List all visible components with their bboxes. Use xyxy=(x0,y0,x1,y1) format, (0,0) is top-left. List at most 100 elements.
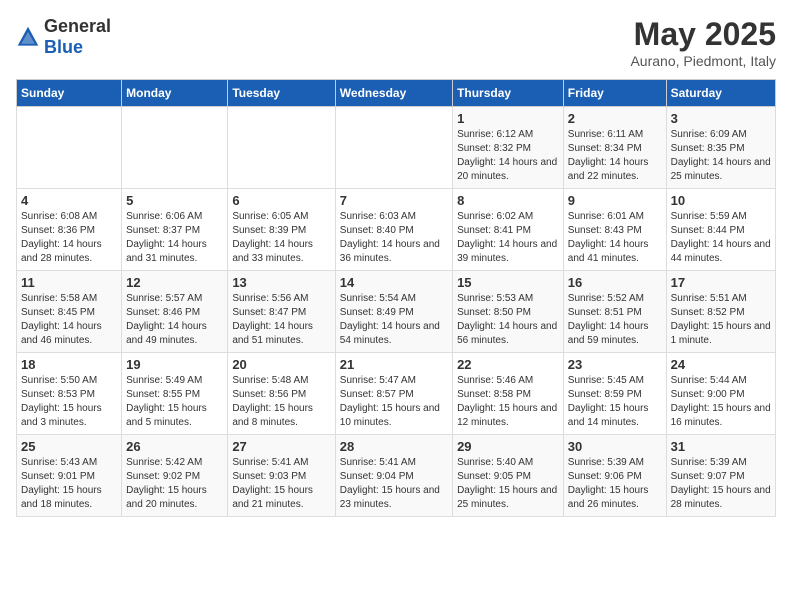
calendar-cell: 12Sunrise: 5:57 AM Sunset: 8:46 PM Dayli… xyxy=(122,271,228,353)
calendar-cell: 18 Sunrise: 5:50 AM Sunset: 8:53 PM Dayli… xyxy=(17,353,122,435)
calendar-cell xyxy=(228,107,335,189)
day-number: 1 xyxy=(457,111,559,126)
calendar-cell: 9 Sunrise: 6:01 AM Sunset: 8:43 PM Daylig… xyxy=(563,189,666,271)
calendar-cell xyxy=(122,107,228,189)
day-number: 28 xyxy=(340,439,448,454)
day-number: 14 xyxy=(340,275,448,290)
day-number: 24 xyxy=(671,357,771,372)
calendar-cell xyxy=(17,107,122,189)
calendar-cell: 7 Sunrise: 6:03 AM Sunset: 8:40 PM Daylig… xyxy=(335,189,452,271)
calendar-cell: 11Sunrise: 5:58 AM Sunset: 8:45 PM Dayli… xyxy=(17,271,122,353)
calendar-cell: 22 Sunrise: 5:46 AM Sunset: 8:58 PM Dayli… xyxy=(453,353,564,435)
week-row-1: 1 Sunrise: 6:12 AM Sunset: 8:32 PM Daylig… xyxy=(17,107,776,189)
weekday-header-tuesday: Tuesday xyxy=(228,80,335,107)
calendar-cell: 10Sunrise: 5:59 AM Sunset: 8:44 PM Dayli… xyxy=(666,189,775,271)
calendar-cell: 19 Sunrise: 5:49 AM Sunset: 8:55 PM Dayli… xyxy=(122,353,228,435)
subtitle: Aurano, Piedmont, Italy xyxy=(630,53,776,69)
day-number: 5 xyxy=(126,193,223,208)
day-info: Sunrise: 5:42 AM Sunset: 9:02 PM Dayligh… xyxy=(126,456,223,512)
day-number: 7 xyxy=(340,193,448,208)
logo-general: General xyxy=(44,16,111,36)
day-number: 19 xyxy=(126,357,223,372)
day-number: 8 xyxy=(457,193,559,208)
day-number: 18 xyxy=(21,357,117,372)
day-info: Sunrise: 5:58 AM Sunset: 8:45 PM Dayligh… xyxy=(21,292,117,348)
calendar-cell: 30 Sunrise: 5:39 AM Sunset: 9:06 PM Dayli… xyxy=(563,435,666,517)
title-block: May 2025 Aurano, Piedmont, Italy xyxy=(630,16,776,69)
weekday-header-thursday: Thursday xyxy=(453,80,564,107)
day-info: Sunrise: 6:06 AM Sunset: 8:37 PM Dayligh… xyxy=(126,210,223,266)
calendar-cell: 2Sunrise: 6:11 AM Sunset: 8:34 PM Daylig… xyxy=(563,107,666,189)
calendar-cell: 4 Sunrise: 6:08 AM Sunset: 8:36 PM Daylig… xyxy=(17,189,122,271)
day-info: Sunrise: 6:05 AM Sunset: 8:39 PM Dayligh… xyxy=(232,210,330,266)
day-info: Sunrise: 5:39 AM Sunset: 9:07 PM Dayligh… xyxy=(671,456,771,512)
logo-icon xyxy=(16,25,40,49)
day-info: Sunrise: 6:12 AM Sunset: 8:32 PM Dayligh… xyxy=(457,128,559,184)
day-number: 31 xyxy=(671,439,771,454)
calendar-cell: 1 Sunrise: 6:12 AM Sunset: 8:32 PM Daylig… xyxy=(453,107,564,189)
week-row-3: 11Sunrise: 5:58 AM Sunset: 8:45 PM Dayli… xyxy=(17,271,776,353)
weekday-header-saturday: Saturday xyxy=(666,80,775,107)
day-info: Sunrise: 5:53 AM Sunset: 8:50 PM Dayligh… xyxy=(457,292,559,348)
day-info: Sunrise: 6:01 AM Sunset: 8:43 PM Dayligh… xyxy=(568,210,662,266)
calendar-cell: 28 Sunrise: 5:41 AM Sunset: 9:04 PM Dayli… xyxy=(335,435,452,517)
week-row-5: 25 Sunrise: 5:43 AM Sunset: 9:01 PM Dayli… xyxy=(17,435,776,517)
calendar-table: SundayMondayTuesdayWednesdayThursdayFrid… xyxy=(16,79,776,517)
day-info: Sunrise: 5:46 AM Sunset: 8:58 PM Dayligh… xyxy=(457,374,559,430)
day-number: 29 xyxy=(457,439,559,454)
day-info: Sunrise: 6:09 AM Sunset: 8:35 PM Dayligh… xyxy=(671,128,771,184)
day-number: 22 xyxy=(457,357,559,372)
day-info: Sunrise: 5:51 AM Sunset: 8:52 PM Dayligh… xyxy=(671,292,771,348)
day-info: Sunrise: 5:56 AM Sunset: 8:47 PM Dayligh… xyxy=(232,292,330,348)
day-number: 30 xyxy=(568,439,662,454)
day-number: 17 xyxy=(671,275,771,290)
day-number: 27 xyxy=(232,439,330,454)
weekday-header-monday: Monday xyxy=(122,80,228,107)
day-info: Sunrise: 5:43 AM Sunset: 9:01 PM Dayligh… xyxy=(21,456,117,512)
day-info: Sunrise: 5:44 AM Sunset: 9:00 PM Dayligh… xyxy=(671,374,771,430)
weekday-header-sunday: Sunday xyxy=(17,80,122,107)
day-number: 2 xyxy=(568,111,662,126)
day-info: Sunrise: 6:03 AM Sunset: 8:40 PM Dayligh… xyxy=(340,210,448,266)
calendar-cell: 31 Sunrise: 5:39 AM Sunset: 9:07 PM Dayli… xyxy=(666,435,775,517)
day-info: Sunrise: 5:39 AM Sunset: 9:06 PM Dayligh… xyxy=(568,456,662,512)
day-number: 3 xyxy=(671,111,771,126)
calendar-cell: 20Sunrise: 5:48 AM Sunset: 8:56 PM Dayli… xyxy=(228,353,335,435)
week-row-2: 4 Sunrise: 6:08 AM Sunset: 8:36 PM Daylig… xyxy=(17,189,776,271)
calendar-cell: 13Sunrise: 5:56 AM Sunset: 8:47 PM Dayli… xyxy=(228,271,335,353)
day-info: Sunrise: 5:45 AM Sunset: 8:59 PM Dayligh… xyxy=(568,374,662,430)
day-info: Sunrise: 5:47 AM Sunset: 8:57 PM Dayligh… xyxy=(340,374,448,430)
day-info: Sunrise: 5:50 AM Sunset: 8:53 PM Dayligh… xyxy=(21,374,117,430)
day-number: 12 xyxy=(126,275,223,290)
calendar-cell: 14 Sunrise: 5:54 AM Sunset: 8:49 PM Dayli… xyxy=(335,271,452,353)
day-number: 25 xyxy=(21,439,117,454)
calendar-cell: 8 Sunrise: 6:02 AM Sunset: 8:41 PM Daylig… xyxy=(453,189,564,271)
day-number: 15 xyxy=(457,275,559,290)
calendar-cell: 6Sunrise: 6:05 AM Sunset: 8:39 PM Daylig… xyxy=(228,189,335,271)
day-number: 4 xyxy=(21,193,117,208)
day-number: 9 xyxy=(568,193,662,208)
calendar-cell: 16 Sunrise: 5:52 AM Sunset: 8:51 PM Dayli… xyxy=(563,271,666,353)
day-info: Sunrise: 5:48 AM Sunset: 8:56 PM Dayligh… xyxy=(232,374,330,430)
calendar-cell: 23 Sunrise: 5:45 AM Sunset: 8:59 PM Dayli… xyxy=(563,353,666,435)
day-info: Sunrise: 6:02 AM Sunset: 8:41 PM Dayligh… xyxy=(457,210,559,266)
page-header: General Blue May 2025 Aurano, Piedmont, … xyxy=(16,16,776,69)
calendar-cell: 29 Sunrise: 5:40 AM Sunset: 9:05 PM Dayli… xyxy=(453,435,564,517)
day-number: 23 xyxy=(568,357,662,372)
calendar-cell: 21Sunrise: 5:47 AM Sunset: 8:57 PM Dayli… xyxy=(335,353,452,435)
calendar-cell xyxy=(335,107,452,189)
day-info: Sunrise: 5:54 AM Sunset: 8:49 PM Dayligh… xyxy=(340,292,448,348)
day-number: 26 xyxy=(126,439,223,454)
day-info: Sunrise: 5:40 AM Sunset: 9:05 PM Dayligh… xyxy=(457,456,559,512)
day-info: Sunrise: 5:59 AM Sunset: 8:44 PM Dayligh… xyxy=(671,210,771,266)
logo-blue: Blue xyxy=(44,37,83,57)
day-info: Sunrise: 5:41 AM Sunset: 9:04 PM Dayligh… xyxy=(340,456,448,512)
logo: General Blue xyxy=(16,16,111,58)
week-row-4: 18 Sunrise: 5:50 AM Sunset: 8:53 PM Dayli… xyxy=(17,353,776,435)
day-info: Sunrise: 5:49 AM Sunset: 8:55 PM Dayligh… xyxy=(126,374,223,430)
day-info: Sunrise: 5:52 AM Sunset: 8:51 PM Dayligh… xyxy=(568,292,662,348)
calendar-cell: 24 Sunrise: 5:44 AM Sunset: 9:00 PM Dayli… xyxy=(666,353,775,435)
calendar-cell: 5 Sunrise: 6:06 AM Sunset: 8:37 PM Daylig… xyxy=(122,189,228,271)
day-info: Sunrise: 6:08 AM Sunset: 8:36 PM Dayligh… xyxy=(21,210,117,266)
day-number: 16 xyxy=(568,275,662,290)
